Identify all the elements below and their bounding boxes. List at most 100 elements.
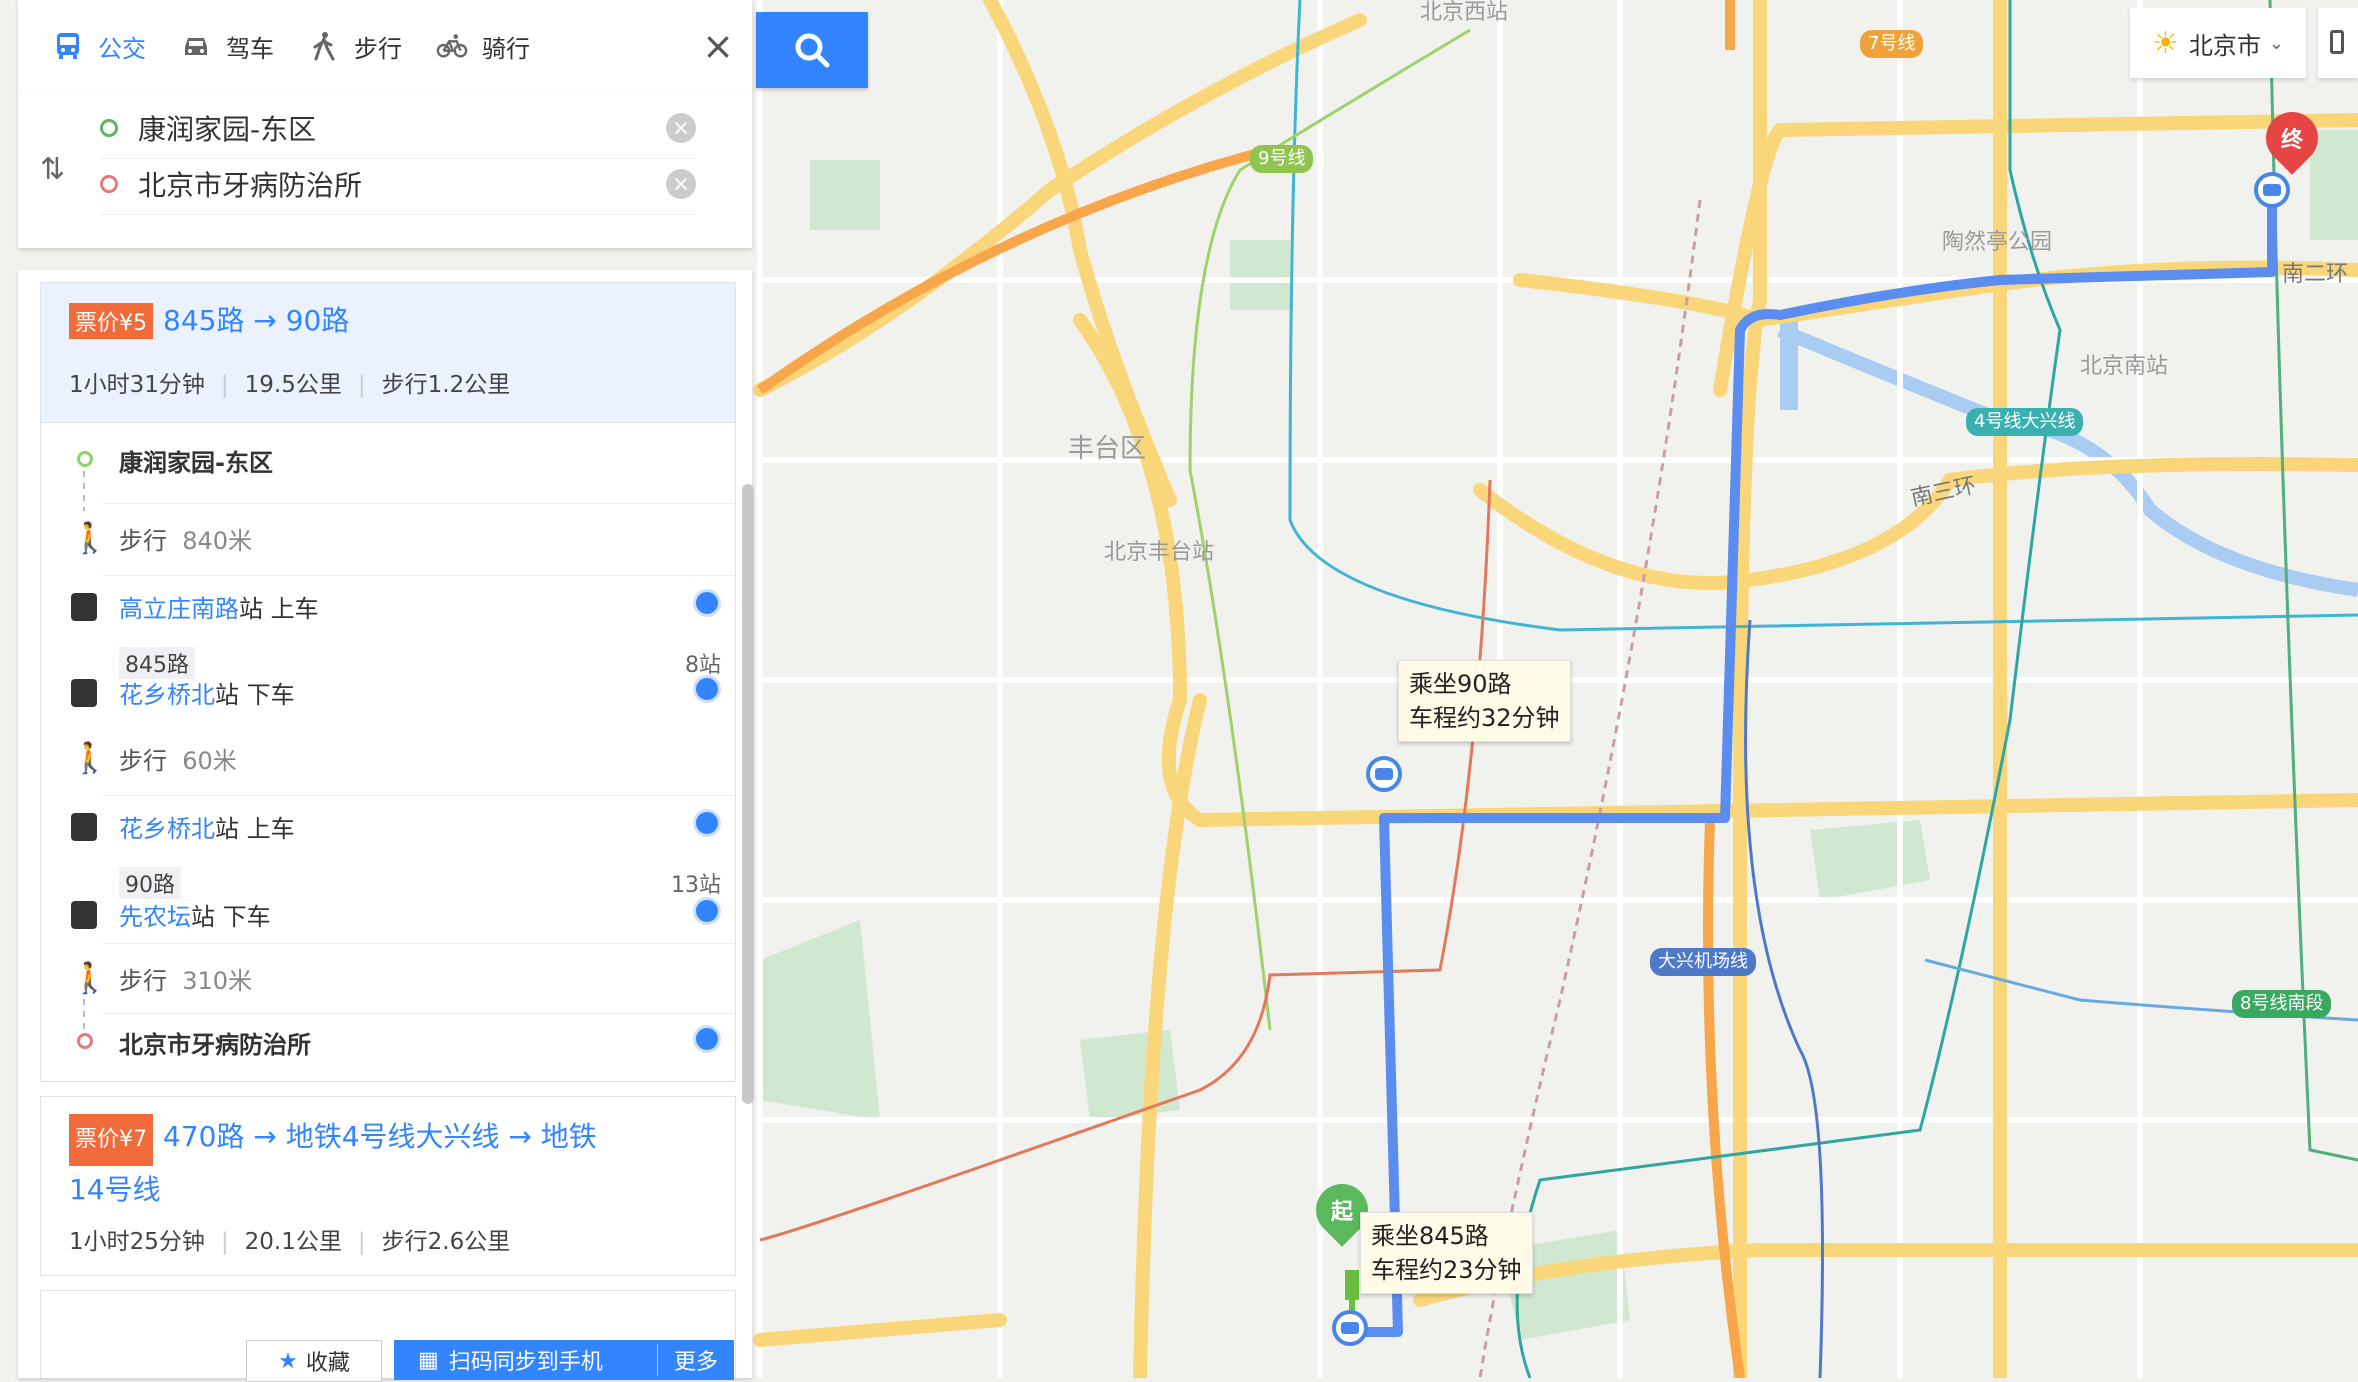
locate-icon[interactable] — [693, 1025, 721, 1053]
plan-title[interactable]: 470路 → 地铁4号线大兴线 → 地铁 — [163, 1120, 597, 1153]
bus-icon — [52, 30, 84, 62]
city-selector[interactable]: ☀ 北京市 ⌄ — [2130, 8, 2306, 78]
step-walk-1: 🚶 步行 840米 — [41, 521, 735, 571]
plan-walk: 步行1.2公里 — [381, 372, 511, 398]
walk-label: 步行 — [119, 967, 167, 995]
search-icon — [795, 33, 830, 68]
divider — [103, 943, 735, 944]
step-walk-3: 🚶 步行 310米 — [41, 961, 735, 1011]
clear-destination-icon[interactable]: × — [666, 169, 696, 199]
bus-stop-icon[interactable] — [2254, 172, 2290, 208]
search-button[interactable] — [756, 12, 868, 88]
favorite-label: 收藏 — [305, 1351, 350, 1376]
map-tool-button[interactable] — [2318, 8, 2358, 78]
walk-label: 步行 — [119, 527, 167, 555]
route-plan-2[interactable]: 票价¥7 470路 → 地铁4号线大兴线 → 地铁 14号线 1小时25分钟 | 20… — [40, 1096, 736, 1276]
fare-badge: 票价¥7 — [69, 1114, 153, 1166]
route-results-panel: 票价¥5 845路 → 90路 1小时31分钟 | 19.5公里 | 步行1.2公里 康润… — [18, 270, 752, 1378]
destination-value: 北京市牙病防治所 — [138, 169, 363, 202]
plan-duration: 1小时31分钟 — [69, 372, 205, 398]
ride-tip-90: 乘坐90路 车程约32分钟 — [1398, 660, 1571, 742]
tab-bike-label: 骑行 — [482, 34, 530, 63]
step-walk-2: 🚶 步行 60米 — [41, 741, 735, 791]
walk-distance: 310米 — [182, 967, 253, 995]
favorite-button[interactable]: ★ 收藏 — [246, 1340, 382, 1382]
bus-icon — [71, 679, 97, 707]
divider — [103, 575, 735, 576]
locate-icon[interactable] — [693, 897, 721, 925]
sync-to-phone-button[interactable]: ▦ 扫码同步到手机 更多 — [394, 1340, 734, 1380]
ride-tip-line: 乘坐845路 — [1371, 1222, 1489, 1250]
origin-dot-icon — [100, 119, 118, 137]
tab-drive[interactable]: 驾车 — [180, 29, 274, 64]
destination-dot-icon — [100, 175, 118, 193]
bus-icon — [71, 593, 97, 621]
map-label-fengtai-station: 北京丰台站 — [1104, 540, 1215, 565]
map-label-south-2nd-ring: 南二环 — [2282, 262, 2349, 287]
plan-distance: 19.5公里 — [244, 372, 342, 398]
destination-field[interactable]: 北京市牙病防治所 × — [100, 154, 696, 215]
locate-icon[interactable] — [693, 809, 721, 837]
plan-title-cont[interactable]: 14号线 — [69, 1166, 707, 1214]
map-label-beijing-west: 北京西站 — [1420, 0, 1509, 25]
swap-icon[interactable]: ⇅ — [40, 152, 65, 187]
station-link[interactable]: 先农坛 — [119, 903, 191, 931]
step-board-2[interactable]: 花乡桥北站 上车 — [41, 809, 735, 849]
step-alight-1[interactable]: 花乡桥北站 下车 — [41, 675, 735, 715]
city-label: 北京市 — [2188, 31, 2261, 60]
line-badge-9: 9号线 — [1250, 145, 1314, 173]
bike-icon — [436, 30, 468, 62]
bus-icon — [71, 901, 97, 929]
stop-count: 13站 — [671, 873, 721, 898]
tab-bike[interactable]: 骑行 — [436, 29, 530, 64]
ride-tip-duration: 车程约23分钟 — [1371, 1256, 1522, 1284]
clear-origin-icon[interactable]: × — [666, 113, 696, 143]
weather-sun-icon: ☀ — [2152, 25, 2179, 61]
station-link[interactable]: 花乡桥北 — [119, 815, 215, 843]
plan-header[interactable]: 票价¥5 845路 → 90路 1小时31分钟 | 19.5公里 | 步行1.2公里 — [41, 283, 735, 423]
origin-field[interactable]: 康润家园-东区 × — [100, 98, 696, 159]
plan-title[interactable]: 845路 → 90路 — [163, 304, 349, 337]
tool-icon — [2330, 30, 2344, 54]
plan-distance: 20.1公里 — [244, 1229, 342, 1255]
step-alight-2[interactable]: 先农坛站 下车 — [41, 897, 735, 937]
car-icon — [180, 30, 212, 62]
travel-mode-bar: 公交 驾车 步行 骑行 × — [18, 0, 752, 92]
tab-walk-label: 步行 — [354, 34, 402, 63]
station-link[interactable]: 花乡桥北 — [119, 681, 215, 709]
bottom-action-bar: ★ 收藏 ▦ 扫码同步到手机 更多 — [18, 1300, 752, 1382]
divider — [103, 795, 735, 796]
bus-stop-icon[interactable] — [1366, 756, 1402, 792]
route-plan-1[interactable]: 票价¥5 845路 → 90路 1小时31分钟 | 19.5公里 | 步行1.2公里 康润… — [40, 282, 736, 1082]
line-badge-daxing-airport: 大兴机场线 — [1650, 948, 1756, 976]
tab-drive-label: 驾车 — [226, 34, 274, 63]
tab-walk[interactable]: 步行 — [308, 29, 402, 64]
locate-icon[interactable] — [693, 675, 721, 703]
bus-stop-icon[interactable] — [1332, 1310, 1368, 1346]
bus-icon — [71, 813, 97, 841]
star-icon: ★ — [278, 1348, 298, 1374]
more-button[interactable]: 更多 — [656, 1344, 734, 1376]
board-suffix: 站 上车 — [215, 815, 295, 843]
station-link[interactable]: 高立庄南路 — [119, 595, 239, 623]
walk-icon — [308, 30, 340, 62]
route-tag[interactable]: 90路 — [119, 867, 181, 899]
ride-tip-duration: 车程约32分钟 — [1409, 704, 1560, 732]
route-inputs: ⇅ 康润家园-东区 × 北京市牙病防治所 × — [18, 92, 752, 248]
walk-label: 步行 — [119, 747, 167, 775]
board-suffix: 站 上车 — [239, 595, 319, 623]
map-label-beijing-south: 北京南站 — [2080, 354, 2169, 379]
line-badge-4-daxing: 4号线大兴线 — [1966, 408, 2084, 436]
results-scrollbar[interactable] — [742, 484, 754, 1104]
close-icon[interactable]: × — [702, 24, 734, 68]
tab-transit[interactable]: 公交 — [52, 29, 146, 64]
step-end-label: 北京市牙病防治所 — [119, 1031, 311, 1059]
ride-tip-845: 乘坐845路 车程约23分钟 — [1360, 1212, 1533, 1294]
walk-icon: 🚶 — [71, 961, 109, 996]
step-board-1[interactable]: 高立庄南路站 上车 — [41, 589, 735, 629]
walk-icon: 🚶 — [71, 521, 109, 556]
ride-tip-line: 乘坐90路 — [1409, 670, 1512, 698]
locate-icon[interactable] — [693, 589, 721, 617]
walk-distance: 840米 — [182, 527, 253, 555]
qr-icon: ▦ — [418, 1347, 439, 1373]
